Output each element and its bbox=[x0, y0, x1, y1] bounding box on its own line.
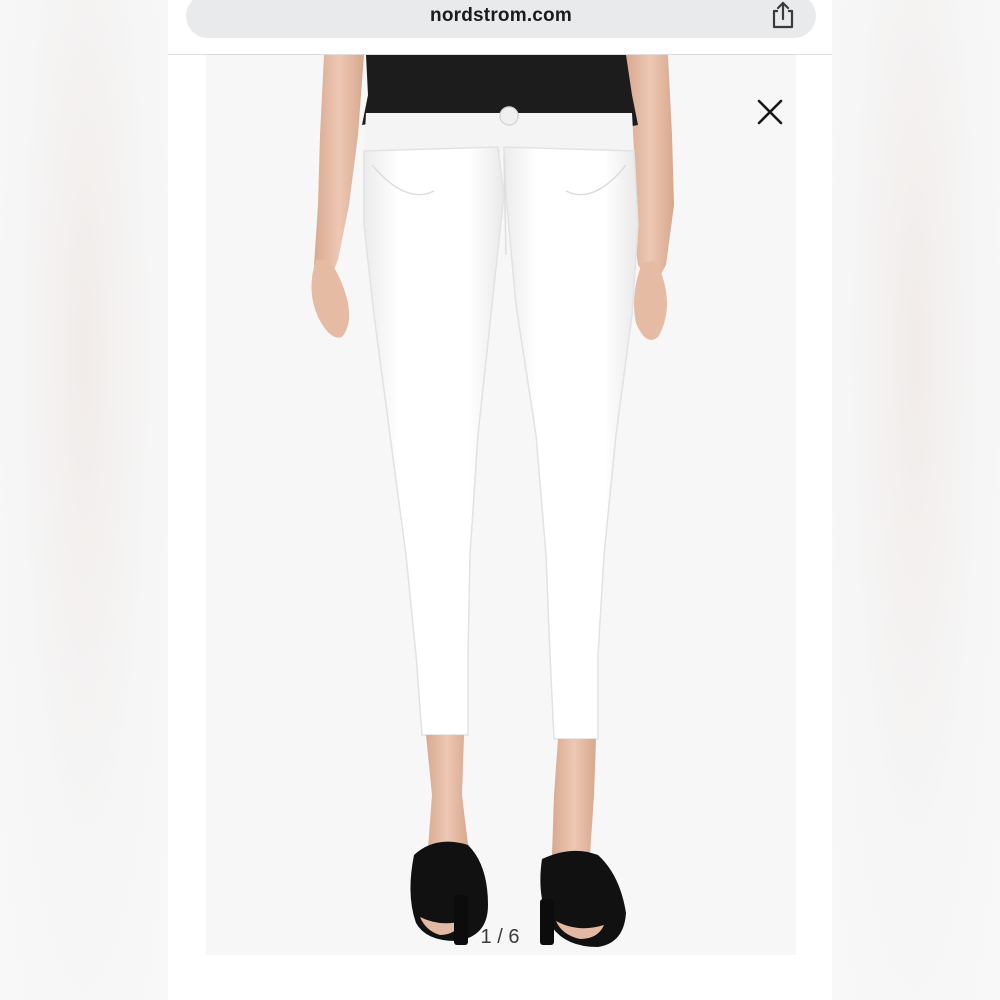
close-icon bbox=[757, 99, 783, 125]
close-button[interactable] bbox=[756, 98, 784, 126]
mobile-browser: nordstrom.com 1 / 6 bbox=[168, 0, 832, 1000]
url-text: nordstrom.com bbox=[430, 5, 572, 26]
product-photo-illustration bbox=[311, 55, 674, 947]
product-image[interactable] bbox=[206, 55, 796, 955]
address-bar[interactable]: nordstrom.com bbox=[186, 0, 816, 38]
image-pager: 1 / 6 bbox=[480, 926, 520, 948]
blurred-background-right bbox=[830, 0, 1000, 1000]
blurred-background-left bbox=[0, 0, 170, 1000]
share-icon bbox=[772, 1, 794, 29]
screenshot-stage: nordstrom.com 1 / 6 bbox=[0, 0, 1000, 1000]
share-button[interactable] bbox=[768, 0, 798, 30]
